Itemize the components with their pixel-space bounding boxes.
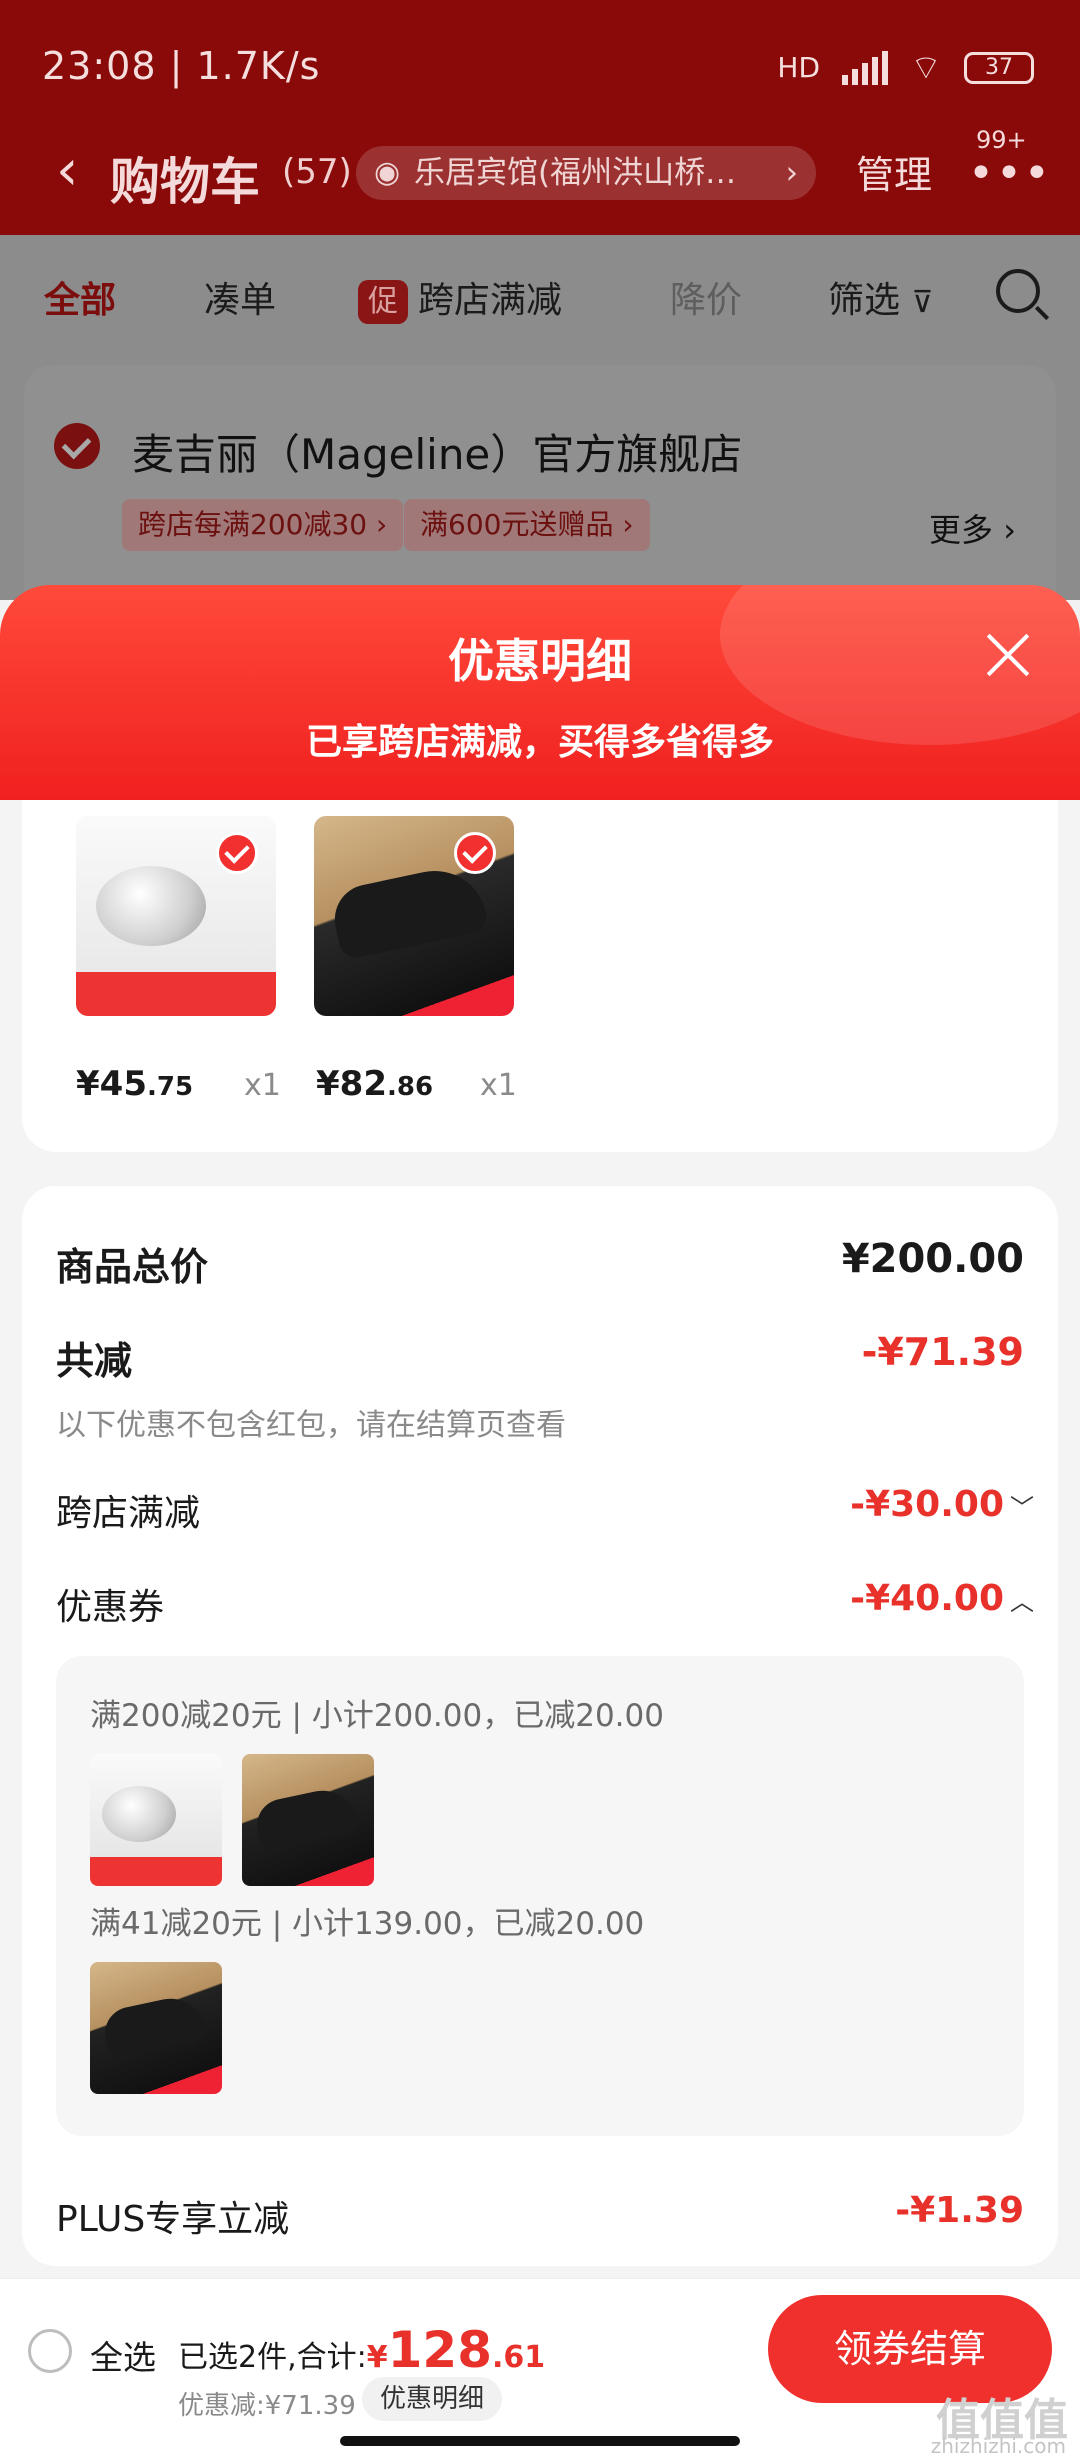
total-reduce-value: -¥71.39 <box>861 1330 1024 1374</box>
plus-value: -¥1.39 <box>895 2190 1024 2231</box>
hd-label: HD <box>777 51 821 84</box>
signal-icon <box>842 50 889 85</box>
select-all-label[interactable]: 全选 <box>90 2331 156 2379</box>
store-promo-tag[interactable]: 跨店每满200减30 › <box>122 499 404 551</box>
header-bar: 23:08 | 1.7K/s HD ⌔ 37 ‹ 购物车 (57) ◉ 乐居宾馆… <box>0 0 1080 235</box>
product-qty: x1 <box>244 1068 281 1103</box>
price-main: ¥45 <box>76 1064 147 1104</box>
discount-detail-button[interactable]: 优惠明细 <box>362 2377 503 2421</box>
coupon-line: 满200减20元 | 小计200.00，已减20.00 <box>90 1698 664 1734</box>
price-decimal: .86 <box>386 1072 434 1102</box>
price-summary-card: 商品总价 ¥200.00 共减 -¥71.39 以下优惠不包含红包，请在结算页查… <box>22 1186 1058 2266</box>
location-text: 乐居宾馆(福州洪山桥… <box>414 155 737 191</box>
store-gift-tag[interactable]: 满600元送赠品 › <box>404 499 650 551</box>
promo-tag: 促 <box>358 280 408 324</box>
coupon-detail-box: 满200减20元 | 小计200.00，已减20.00 满41减20元 | 小计… <box>56 1656 1024 2136</box>
shoe-image <box>252 1784 360 1852</box>
total-main: 128 <box>387 2321 492 2379</box>
cross-store-value[interactable]: -¥30.00 ﹀ <box>850 1484 1034 1525</box>
product-thumb-cream[interactable] <box>76 816 276 1016</box>
chevron-down-icon: ﹀ <box>1010 1494 1034 1522</box>
tab-filter-label: 筛选 <box>828 280 901 321</box>
tab-add-on[interactable]: 凑单 <box>204 271 276 323</box>
cross-store-amount: -¥30.00 <box>850 1484 1004 1525</box>
product-thumb-shoe[interactable] <box>314 816 514 1016</box>
coupon-amount: -¥40.00 <box>850 1578 1004 1619</box>
select-all-radio[interactable] <box>28 2329 72 2373</box>
product-check-icon[interactable] <box>216 832 258 874</box>
product-qty: x1 <box>480 1068 517 1103</box>
total-reduce-label: 共减 <box>56 1339 133 1383</box>
checkout-bar: 全选 已选2件,合计:¥128.61 优惠减:¥71.39 优惠明细 领券结算 <box>0 2278 1080 2460</box>
manage-button[interactable]: 管理 <box>856 144 932 199</box>
coupon-line: 满41减20元 | 小计139.00，已减20.00 <box>90 1906 645 1942</box>
selected-summary: 已选2件,合计:¥128.61 <box>178 2321 545 2379</box>
total-amount: ¥128.61 <box>366 2321 546 2379</box>
tab-filter[interactable]: 筛选 ⊽ <box>828 271 933 323</box>
more-icon[interactable]: ••• <box>968 148 1052 199</box>
close-icon[interactable] <box>980 627 1036 683</box>
selected-count-text: 已选2件,合计: <box>178 2340 367 2375</box>
watermark-url: zhizhizhi.com <box>930 2434 1066 2458</box>
product-price: ¥45.75 <box>76 1064 193 1104</box>
coupon-value[interactable]: -¥40.00 ︿ <box>850 1578 1034 1619</box>
price-decimal: .75 <box>146 1072 194 1102</box>
status-time-speed: 23:08 | 1.7K/s <box>42 44 321 88</box>
chevron-up-icon: ︿ <box>1010 1588 1034 1616</box>
wifi-icon: ⌔ <box>910 48 942 88</box>
filter-tabs: 全部 凑单 促跨店满减 降价 筛选 ⊽ <box>0 235 1080 350</box>
products-card: ¥45.75 x1 ¥82.86 x1 <box>22 800 1058 1152</box>
nav-bar: ‹ 购物车 (57) ◉ 乐居宾馆(福州洪山桥… › 管理 99+ ••• <box>0 120 1080 220</box>
modal-title: 优惠明细 <box>448 634 632 688</box>
total-price-label: 商品总价 <box>56 1245 209 1289</box>
tab-cross-store[interactable]: 促跨店满减 <box>358 271 562 324</box>
back-icon[interactable]: ‹ <box>56 138 78 203</box>
cart-count: (57) <box>282 152 352 192</box>
coupon-product-thumb <box>90 1962 222 2094</box>
battery-icon: 37 <box>964 51 1034 84</box>
total-decimal: .61 <box>491 2340 546 2375</box>
filter-icon: ⊽ <box>911 285 934 320</box>
product-check-icon[interactable] <box>454 832 496 874</box>
coupon-product-thumb <box>90 1754 222 1886</box>
tab-all[interactable]: 全部 <box>44 271 116 323</box>
coupon-label: 优惠券 <box>56 1587 165 1628</box>
discount-detail-body: ¥45.75 x1 ¥82.86 x1 商品总价 ¥200.00 共减 -¥71… <box>0 800 1080 2278</box>
store-name[interactable]: 麦吉丽（Mageline）官方旗舰店 <box>132 421 742 482</box>
shoe-image <box>328 861 490 961</box>
home-indicator[interactable] <box>340 2436 740 2446</box>
chevron-right-icon: › <box>785 155 798 191</box>
cream-jar-image <box>102 1786 176 1842</box>
product-price: ¥82.86 <box>316 1064 433 1104</box>
discount-amount: 优惠减:¥71.39 <box>178 2391 356 2421</box>
store-more-link[interactable]: 更多 › <box>929 505 1016 551</box>
cross-store-label: 跨店满减 <box>56 1493 201 1534</box>
tab-cross-store-label: 跨店满减 <box>418 280 563 321</box>
modal-subtitle: 已享跨店满减，买得多省得多 <box>305 722 774 763</box>
location-selector[interactable]: ◉ 乐居宾馆(福州洪山桥… › <box>356 146 816 200</box>
search-icon[interactable] <box>996 269 1040 313</box>
cream-jar-image <box>96 866 206 946</box>
total-price-value: ¥200.00 <box>841 1236 1024 1282</box>
eye-icon: ◉ <box>374 155 401 190</box>
currency-symbol: ¥ <box>366 2340 388 2375</box>
plus-label: PLUS专享立减 <box>56 2199 290 2240</box>
status-icons: HD ⌔ 37 <box>777 46 1034 89</box>
discount-detail-header: 优惠明细 已享跨店满减，买得多省得多 <box>0 585 1080 800</box>
shoe-image <box>100 1992 208 2060</box>
page-title: 购物车 <box>110 153 260 211</box>
store-check-icon[interactable] <box>54 423 100 469</box>
discount-note: 以下优惠不包含红包，请在结算页查看 <box>56 1408 566 1443</box>
tab-price-drop[interactable]: 降价 <box>670 271 742 323</box>
price-main: ¥82 <box>316 1064 387 1104</box>
coupon-product-thumb <box>242 1754 374 1886</box>
